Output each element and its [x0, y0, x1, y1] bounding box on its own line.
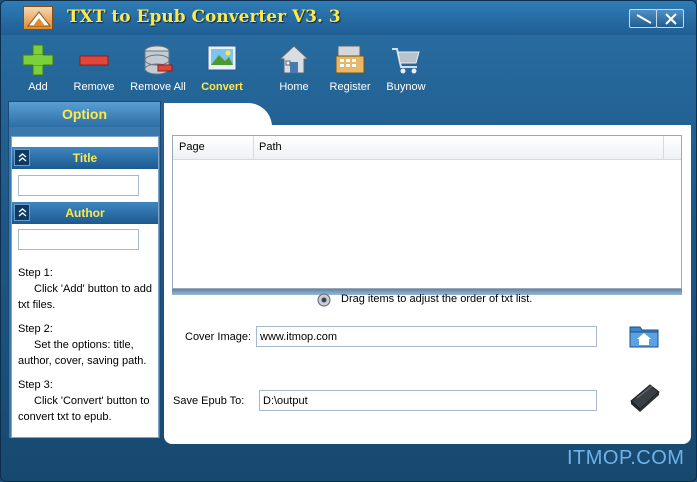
option-panel: Option Title Author Step 1: Click 'Add' …: [8, 101, 161, 439]
app-logo-icon: [23, 6, 53, 30]
drag-icon: [317, 293, 331, 307]
convert-label: Convert: [201, 81, 243, 93]
close-button[interactable]: [656, 9, 684, 28]
column-header-page[interactable]: Page: [179, 141, 205, 153]
shopping-cart-icon: [392, 48, 420, 74]
step-1-title: Step 1:: [18, 267, 53, 279]
drag-hint: Drag items to adjust the order of txt li…: [341, 293, 533, 305]
home-icon: [278, 45, 310, 74]
txt-file-list[interactable]: Page Path: [172, 135, 682, 289]
column-divider[interactable]: [253, 136, 254, 159]
author-input[interactable]: [18, 229, 139, 250]
add-label: Add: [28, 81, 48, 93]
title-input[interactable]: [18, 175, 139, 196]
home-button[interactable]: Home: [276, 41, 312, 97]
step-2-text: Set the options: title, author, cover, s…: [18, 339, 147, 367]
database-remove-icon: [144, 45, 173, 75]
author-section-label: Author: [65, 206, 105, 220]
title-section-header[interactable]: Title: [12, 147, 158, 169]
main-content: Page Path Drag items to adjust the order…: [164, 125, 691, 444]
cash-register-icon: [335, 45, 365, 74]
title-bar[interactable]: TXT to Epub Converter V3. 3: [1, 1, 696, 35]
window-title: TXT to Epub Converter V3. 3: [67, 7, 341, 27]
output-folder-icon: [630, 384, 660, 412]
step-3-text: Click 'Convert' button to convert txt to…: [18, 395, 150, 423]
main-panel: Page Path Drag items to adjust the order…: [164, 101, 691, 444]
browse-output-button[interactable]: [628, 381, 662, 416]
step-3-title: Step 3:: [18, 379, 53, 391]
collapse-chevron-icon[interactable]: [14, 204, 30, 221]
author-section-header[interactable]: Author: [12, 202, 158, 224]
buynow-button[interactable]: Buynow: [384, 41, 428, 97]
cover-image-label: Cover Image:: [185, 331, 252, 343]
option-content: Title Author Step 1: Click 'Add' button …: [11, 136, 159, 438]
list-header: Page Path: [173, 136, 681, 160]
app-window: TXT to Epub Converter V3. 3 Add Remove R…: [0, 0, 697, 482]
column-header-path[interactable]: Path: [259, 141, 282, 153]
browse-cover-button[interactable]: [628, 321, 660, 352]
plus-icon: [22, 44, 54, 76]
toolbar: Add Remove Remove All Convert Home Regis…: [1, 35, 696, 97]
collapse-chevron-icon[interactable]: [14, 149, 30, 166]
remove-all-button[interactable]: Remove All: [127, 41, 189, 97]
home-label: Home: [279, 81, 309, 93]
remove-label: Remove: [73, 81, 115, 93]
remove-all-label: Remove All: [130, 81, 186, 93]
instructions: Step 1: Click 'Add' button to add txt fi…: [18, 265, 158, 433]
register-button[interactable]: Register: [328, 41, 372, 97]
convert-picture-icon: [207, 45, 237, 71]
remove-button[interactable]: Remove: [71, 41, 117, 97]
watermark-text: ITMOP.COM: [567, 447, 685, 469]
cover-image-input[interactable]: [256, 326, 597, 347]
save-path-input[interactable]: [259, 390, 597, 411]
save-epub-label: Save Epub To:: [173, 395, 245, 407]
title-section-label: Title: [72, 151, 98, 165]
convert-button[interactable]: Convert: [196, 41, 248, 97]
minus-icon: [79, 55, 109, 66]
step-2-title: Step 2:: [18, 323, 53, 335]
minimize-button[interactable]: [629, 9, 657, 28]
buynow-label: Buynow: [386, 81, 426, 93]
option-header: Option: [9, 102, 160, 127]
step-1-text: Click 'Add' button to add txt files.: [18, 283, 152, 311]
column-divider[interactable]: [663, 136, 664, 159]
add-button[interactable]: Add: [18, 41, 58, 97]
folder-home-icon: [629, 326, 659, 348]
register-label: Register: [329, 81, 371, 93]
